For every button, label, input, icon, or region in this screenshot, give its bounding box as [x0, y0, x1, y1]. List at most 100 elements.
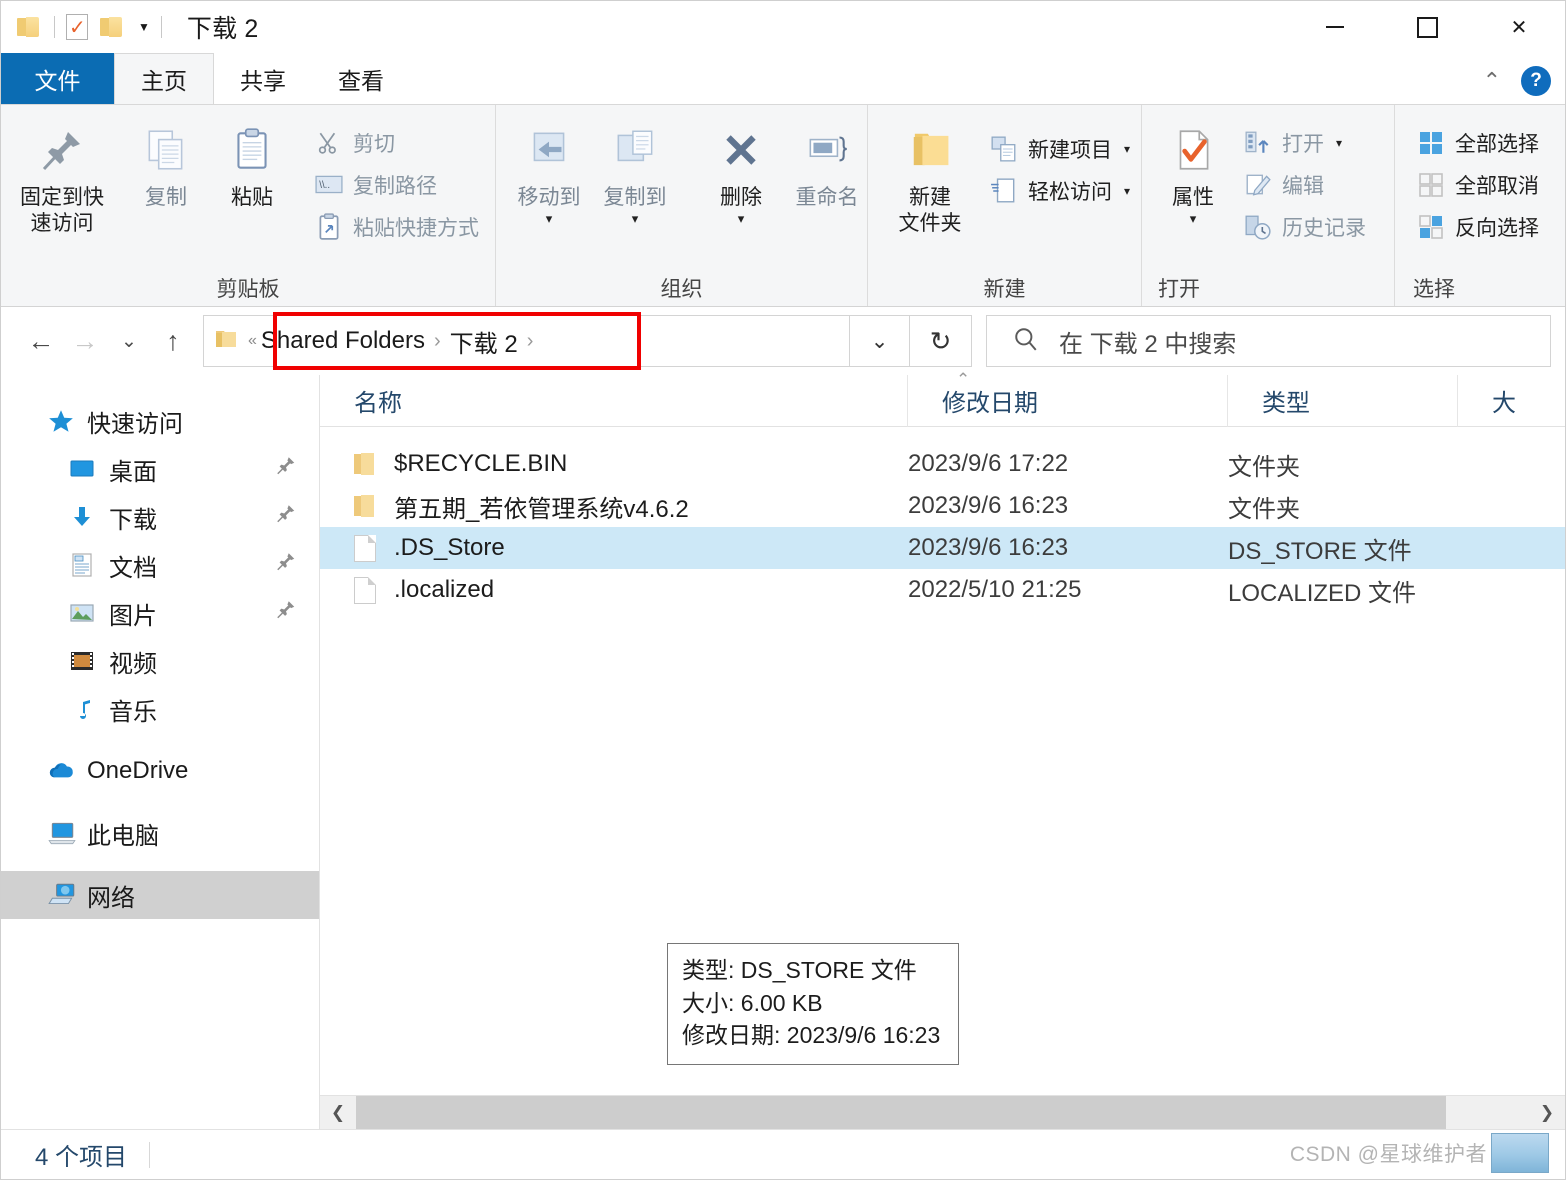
table-row[interactable]: 第五期_若依管理系统v4.6.2 2023/9/6 16:23 文件夹 [320, 485, 1565, 527]
move-to-caret-icon[interactable]: ▾ [546, 212, 553, 225]
copy-to-button[interactable]: 复制到 ▾ [592, 119, 678, 225]
history-button[interactable]: 历史记录 [1238, 209, 1374, 245]
easy-access-label: 轻松访问 [1028, 181, 1112, 204]
refresh-button[interactable]: ↻ [910, 315, 972, 367]
sidebar-item-videos[interactable]: 视频 [1, 637, 319, 685]
sidebar-item-documents[interactable]: 文档 [1, 541, 319, 589]
scroll-left-icon[interactable]: ❮ [320, 1096, 356, 1129]
open-button[interactable]: 打开 ▾ [1238, 125, 1374, 161]
edit-button[interactable]: 编辑 [1238, 167, 1374, 203]
sidebar-item-network[interactable]: 网络 [1, 871, 319, 919]
column-header-size[interactable]: 大 [1458, 375, 1565, 427]
select-all-label: 全部选择 [1455, 133, 1539, 156]
customize-caret-icon[interactable]: ▼ [138, 21, 150, 33]
up-one-level-button[interactable]: ↑ [151, 319, 195, 363]
breadcrumb[interactable]: « Shared Folders › 下载 2 › [203, 315, 850, 367]
minimize-button[interactable] [1289, 1, 1381, 53]
forward-button[interactable]: → [63, 319, 107, 363]
easy-access-button[interactable]: 轻松访问 ▾ [984, 173, 1138, 209]
file-type-cell: 文件夹 [1228, 495, 1300, 523]
sidebar-item-onedrive[interactable]: OneDrive [1, 747, 319, 795]
sidebar-item-downloads[interactable]: 下载 [1, 493, 319, 541]
tab-file[interactable]: 文件 [1, 53, 114, 104]
sidebar-item-music[interactable]: 音乐 [1, 685, 319, 733]
ribbon: 固定到快 速访问 复制 粘贴 剪切 \\.. 复制路径 粘贴快捷方式 剪贴板 移… [1, 104, 1565, 307]
sidebar-item-this-pc[interactable]: 此电脑 [1, 809, 319, 857]
pin-icon[interactable] [275, 455, 297, 484]
copy-to-caret-icon[interactable]: ▾ [632, 212, 639, 225]
folder-icon [354, 494, 394, 518]
cut-button[interactable]: 剪切 [309, 125, 487, 161]
folder-icon[interactable] [17, 16, 43, 38]
open-caret-icon[interactable]: ▾ [1336, 136, 1342, 150]
select-none-button[interactable]: 全部取消 [1411, 167, 1547, 203]
copy-button[interactable]: 复制 [123, 119, 209, 211]
pin-to-quick-access-button[interactable]: 固定到快 速访问 [1, 119, 123, 236]
file-date-cell: 2023/9/6 17:22 [908, 450, 1069, 477]
breadcrumb-sep-0[interactable]: › [425, 330, 450, 353]
horizontal-scrollbar[interactable]: ❮ ❯ [320, 1095, 1565, 1129]
pin-icon[interactable] [275, 503, 297, 532]
tab-share[interactable]: 共享 [214, 53, 312, 104]
scroll-right-icon[interactable]: ❯ [1529, 1096, 1565, 1129]
table-row[interactable]: .DS_Store 2023/9/6 16:23 DS_STORE 文件 [320, 527, 1565, 569]
search-input[interactable]: 在 下载 2 中搜索 [986, 315, 1551, 367]
help-button[interactable]: ? [1521, 66, 1551, 96]
delete-button[interactable]: 删除 ▾ [698, 119, 784, 225]
recent-locations-button[interactable]: ⌄ [107, 319, 151, 363]
paste-shortcut-button[interactable]: 粘贴快捷方式 [309, 209, 487, 245]
ribbon-group-open: 属性 ▾ 打开 ▾ 编辑 历史记录 打开 [1142, 105, 1395, 306]
file-tooltip: 类型: DS_STORE 文件 大小: 6.00 KB 修改日期: 2023/9… [667, 943, 959, 1065]
new-item-button[interactable]: 新建项目 ▾ [984, 131, 1138, 167]
easy-access-caret-icon[interactable]: ▾ [1124, 184, 1130, 198]
pin-icon[interactable] [275, 599, 297, 628]
column-header-name[interactable]: 名称 [320, 374, 908, 427]
properties-caret-icon[interactable]: ▾ [1190, 212, 1197, 225]
breadcrumb-item-1[interactable]: 下载 2 [450, 324, 518, 359]
move-to-button[interactable]: 移动到 ▾ [506, 119, 592, 225]
breadcrumb-sep-1[interactable]: › [518, 330, 543, 353]
breadcrumb-item-0[interactable]: Shared Folders [261, 327, 425, 355]
sidebar-item-quick-access[interactable]: 快速访问 [1, 397, 319, 445]
address-dropdown-button[interactable]: ⌄ [850, 315, 910, 367]
breadcrumb-overflow-icon[interactable]: « [248, 332, 257, 350]
properties-check-icon[interactable]: ✓ [66, 14, 88, 40]
paste-button[interactable]: 粘贴 [209, 119, 295, 211]
ribbon-group-clipboard: 固定到快 速访问 复制 粘贴 剪切 \\.. 复制路径 粘贴快捷方式 剪贴板 [1, 105, 496, 306]
invert-selection-button[interactable]: 反向选择 [1411, 209, 1547, 245]
close-button[interactable]: ✕ [1473, 1, 1565, 53]
new-folder-button[interactable]: 新建 文件夹 [882, 119, 978, 236]
downloads-icon [69, 504, 103, 530]
collapse-ribbon-icon[interactable]: ⌃ [1483, 70, 1501, 92]
new-item-caret-icon[interactable]: ▾ [1124, 142, 1130, 156]
properties-button[interactable]: 属性 ▾ [1156, 119, 1230, 225]
sidebar-item-desktop[interactable]: 桌面 [1, 445, 319, 493]
open-icon [1244, 129, 1272, 157]
new-folder-icon[interactable] [100, 16, 126, 38]
new-item-label: 新建项目 [1028, 139, 1112, 162]
navigation-pane: 快速访问 桌面 下载 文档 图片 视频 音乐 OneDrive 此电脑 网络 [1, 375, 320, 1129]
copy-to-label: 复制到 [603, 186, 667, 209]
maximize-button[interactable] [1381, 1, 1473, 53]
rename-button[interactable]: 重命名 [784, 119, 870, 211]
file-type-cell: DS_STORE 文件 [1228, 537, 1412, 565]
scrollbar-thumb[interactable] [356, 1096, 1446, 1129]
scrollbar-track[interactable] [356, 1096, 1529, 1129]
copy-path-button[interactable]: \\.. 复制路径 [309, 167, 487, 203]
table-row[interactable]: $RECYCLE.BIN 2023/9/6 17:22 文件夹 [320, 443, 1565, 485]
file-name-text: $RECYCLE.BIN [394, 450, 568, 477]
table-row[interactable]: .localized 2022/5/10 21:25 LOCALIZED 文件 [320, 569, 1565, 611]
pin-icon[interactable] [275, 551, 297, 580]
tab-view[interactable]: 查看 [312, 53, 410, 104]
tab-home[interactable]: 主页 [114, 53, 214, 104]
edit-label: 编辑 [1282, 175, 1324, 198]
sidebar-label-documents: 文档 [109, 554, 157, 582]
sidebar-item-pictures[interactable]: 图片 [1, 589, 319, 637]
this-pc-icon [47, 819, 81, 847]
back-button[interactable]: ← [19, 319, 63, 363]
desktop-icon [69, 456, 103, 482]
column-header-type[interactable]: 类型 [1228, 374, 1458, 427]
select-all-button[interactable]: 全部选择 [1411, 125, 1547, 161]
delete-caret-icon[interactable]: ▾ [738, 212, 745, 225]
move-to-label: 移动到 [517, 186, 581, 209]
